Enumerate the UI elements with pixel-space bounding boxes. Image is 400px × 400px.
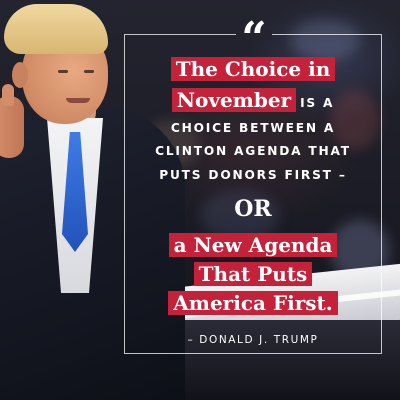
quote-graphic: “ The Choice in November IS A CHOICE BET…: [0, 0, 400, 400]
quote-line-7: That Puts: [124, 262, 382, 286]
quote-line-4: CLINTON AGENDA THAT: [124, 141, 382, 161]
thumb: [2, 84, 14, 106]
speaker-ear: [12, 62, 28, 88]
quote-attribution-line: – DONALD J. TRUMP: [124, 330, 382, 348]
speaker-hair: [4, 4, 108, 54]
plain-text: CHOICE BETWEEN A: [170, 121, 336, 135]
quote-mark-icon: “: [241, 13, 267, 64]
quote-line-5: PUTS DONORS FIRST –: [124, 165, 382, 185]
highlight-text: November: [171, 88, 297, 112]
highlight-text: a New Agenda: [168, 233, 338, 257]
quote-line-6: a New Agenda: [124, 233, 382, 257]
speaker-eye-left: [58, 70, 68, 73]
speaker-mouth: [66, 98, 90, 103]
or-text: OR: [234, 196, 272, 222]
quote-line-2: November IS A: [124, 88, 382, 113]
plain-text: CLINTON AGENDA THAT: [155, 144, 351, 158]
highlight-text: That Puts: [193, 262, 313, 286]
quote-line-3: CHOICE BETWEEN A: [124, 118, 382, 138]
plain-text: IS A: [300, 96, 335, 110]
quote-line-8: America First.: [124, 291, 382, 315]
quote-line-1: The Choice in: [124, 57, 382, 81]
quote-line-or: OR: [124, 196, 382, 222]
plain-text: PUTS DONORS FIRST –: [159, 168, 347, 182]
speaker-eye-right: [84, 70, 94, 73]
highlight-text: The Choice in: [170, 57, 336, 81]
quote-attribution: – DONALD J. TRUMP: [187, 334, 319, 346]
highlight-text: America First.: [168, 291, 338, 315]
